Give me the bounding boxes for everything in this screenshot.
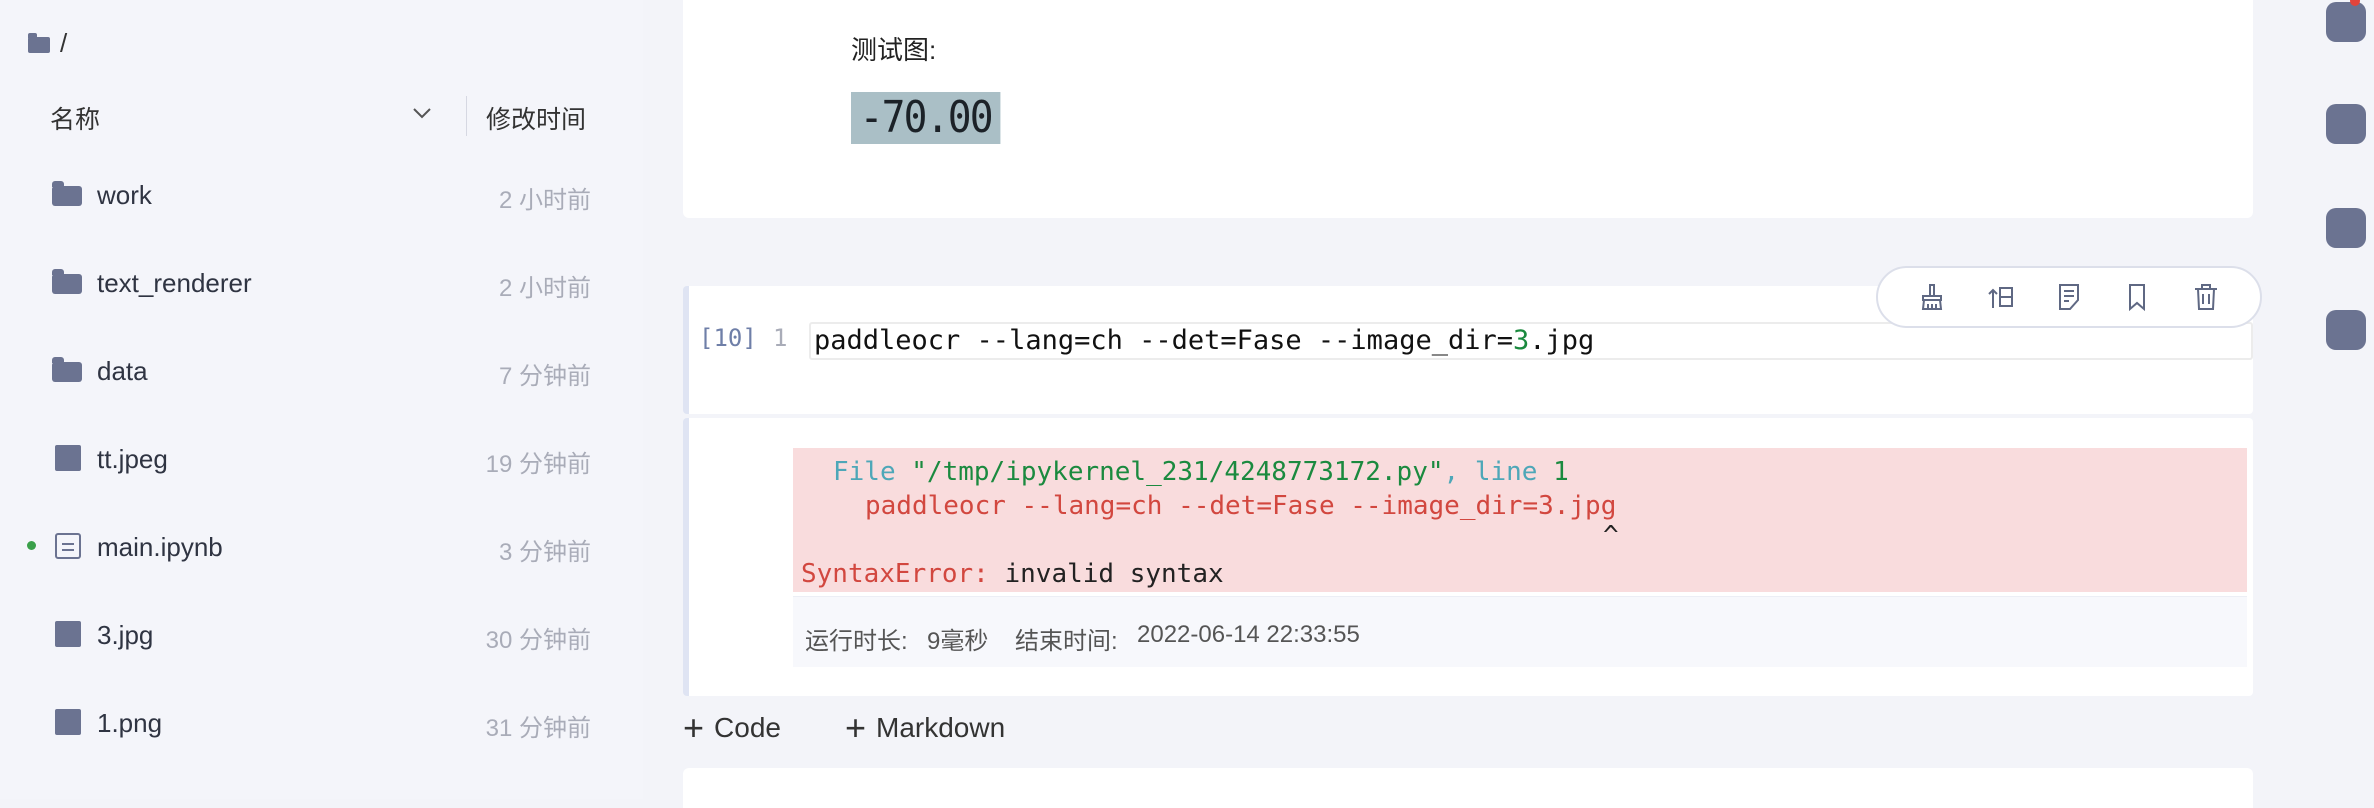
file-item-text-renderer[interactable]: text_renderer 2 小时前 <box>0 254 643 314</box>
breadcrumb-path: / <box>60 28 68 58</box>
line-number: 1 <box>773 324 788 352</box>
error-message: SyntaxError: invalid syntax <box>801 559 1224 589</box>
file-time: 30 分钟前 <box>485 627 591 654</box>
file-name: text_renderer <box>97 268 252 298</box>
file-item-tt-jpeg[interactable]: tt.jpeg 19 分钟前 <box>0 430 643 490</box>
end-time-label: 结束时间: <box>1015 628 1118 655</box>
file-time: 2 小时前 <box>498 187 591 214</box>
run-time-value: 9毫秒 <box>927 628 989 655</box>
folder-icon <box>28 32 50 53</box>
move-up-icon <box>1987 287 2013 308</box>
notebook-icon <box>55 533 81 559</box>
file-name: tt.jpeg <box>97 444 168 474</box>
traceback-source-line: paddleocr --lang=ch --det=Fase --image_d… <box>865 491 1617 521</box>
add-cell-bar: + Code + Markdown <box>683 707 1006 748</box>
execution-count: [10] <box>699 324 757 352</box>
clear-output-button[interactable] <box>1915 280 1949 314</box>
file-item-work[interactable]: work 2 小时前 <box>0 166 643 226</box>
format-cell-button[interactable] <box>2052 280 2086 314</box>
end-time-value: 2022-06-14 22:33:55 <box>1137 621 1360 648</box>
move-cell-button[interactable] <box>1984 280 2018 314</box>
file-time: 3 分钟前 <box>498 539 591 566</box>
bookmark-button[interactable] <box>2120 280 2154 314</box>
format-icon <box>2058 284 2079 310</box>
file-item-3-jpg[interactable]: 3.jpg 30 分钟前 <box>0 606 643 666</box>
file-item-main-ipynb[interactable]: main.ipynb 3 分钟前 <box>0 518 643 578</box>
file-browser: / 名称 修改时间 work 2 小时前 text_renderer 2 小时前… <box>0 0 643 799</box>
column-divider[interactable] <box>466 96 467 136</box>
file-name: main.ipynb <box>97 532 223 562</box>
file-item-1-png[interactable]: 1.png 31 分钟前 <box>0 694 643 754</box>
broom-icon <box>1922 284 1943 310</box>
column-name-header[interactable]: 名称 <box>50 100 100 136</box>
robot-icon[interactable] <box>2326 310 2366 350</box>
code-line: paddleocr --lang=ch --det=Fase --image_d… <box>814 325 1595 356</box>
play-icon[interactable] <box>2326 104 2366 144</box>
cell-toolbar <box>1876 266 2262 328</box>
add-code-button[interactable]: + Code <box>683 707 781 748</box>
test-image: -70.00 <box>851 92 1001 144</box>
notebook-area: 测试图: -70.00 [10] 1 paddleocr --lang=ch -… <box>643 0 2290 808</box>
running-indicator <box>27 541 36 550</box>
right-rail <box>2290 0 2374 799</box>
delete-cell-button[interactable] <box>2189 280 2223 314</box>
traceback-file-line: File "/tmp/ipykernel_231/4248773172.py",… <box>833 457 1569 487</box>
run-time-label: 运行时长: <box>805 628 908 655</box>
image-file-icon <box>55 445 81 471</box>
file-time: 2 小时前 <box>498 275 591 302</box>
folder-icon <box>52 357 82 382</box>
file-name: work <box>97 180 152 210</box>
code-cell[interactable]: [10] 1 paddleocr --lang=ch --det=Fase --… <box>683 266 2262 414</box>
traceback-caret: ^ <box>1603 521 1619 551</box>
add-code-label: Code <box>714 712 781 743</box>
markdown-text: 测试图: <box>851 35 937 65</box>
plus-icon: + <box>683 707 705 748</box>
file-name: data <box>97 356 148 386</box>
folder-icon <box>52 181 82 206</box>
run-metadata: 运行时长: 9毫秒 结束时间: 2022-06-14 22:33:55 <box>793 596 2247 667</box>
file-time: 19 分钟前 <box>485 451 591 478</box>
markdown-cell[interactable]: 测试图: -70.00 <box>683 0 2253 218</box>
file-item-data[interactable]: data 7 分钟前 <box>0 342 643 402</box>
plugin-icon[interactable] <box>2326 208 2366 248</box>
file-name: 3.jpg <box>97 620 154 650</box>
error-output: File "/tmp/ipykernel_231/4248773172.py",… <box>793 448 2247 592</box>
file-list-header: 名称 修改时间 <box>0 96 643 136</box>
output-cell: File "/tmp/ipykernel_231/4248773172.py",… <box>683 418 2253 696</box>
assistant-icon[interactable] <box>2326 0 2366 42</box>
chevron-down-icon[interactable] <box>411 102 433 124</box>
image-file-icon <box>55 621 81 647</box>
folder-icon <box>52 269 82 294</box>
trash-icon <box>2194 284 2217 310</box>
file-time: 31 分钟前 <box>485 715 591 742</box>
column-modified-header[interactable]: 修改时间 <box>486 100 586 136</box>
file-name: 1.png <box>97 708 163 738</box>
add-markdown-button[interactable]: + Markdown <box>844 707 1006 748</box>
add-markdown-label: Markdown <box>876 712 1006 743</box>
bookmark-icon <box>2129 284 2146 312</box>
breadcrumb[interactable]: / <box>28 28 67 59</box>
plus-icon: + <box>844 707 866 748</box>
file-time: 7 分钟前 <box>498 363 591 390</box>
image-file-icon <box>55 709 81 735</box>
next-cell[interactable] <box>683 768 2253 808</box>
notification-badge <box>2350 0 2360 6</box>
